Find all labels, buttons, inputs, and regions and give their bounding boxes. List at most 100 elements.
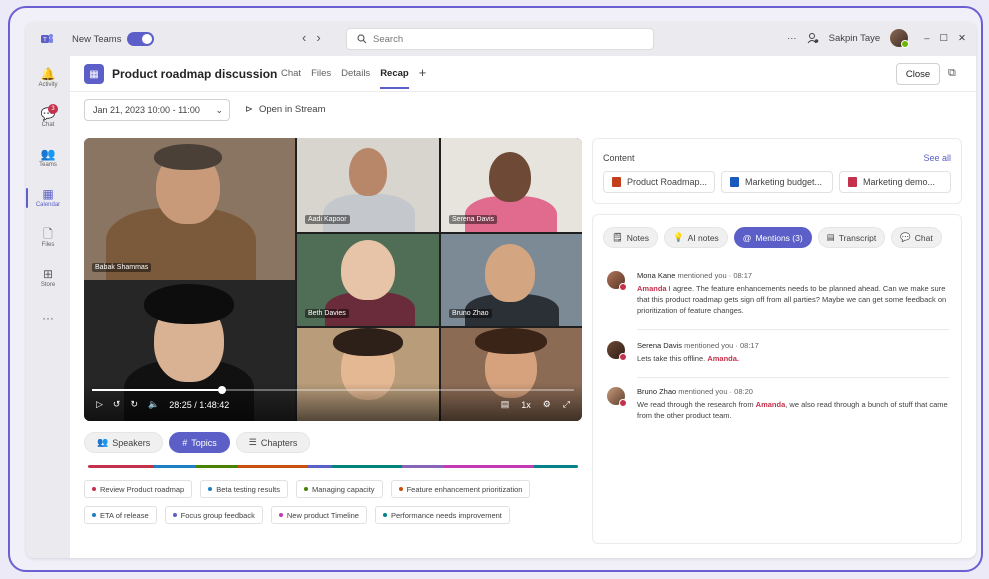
topic-dot — [92, 513, 96, 517]
topics-icon: # — [182, 437, 188, 448]
settings-gear-icon[interactable]: ⚙ — [543, 399, 551, 410]
date-dropdown[interactable]: Jan 21, 2023 10:00 - 11:00 ⌄ — [84, 99, 230, 121]
mention-pre: We read through the research from — [637, 400, 756, 409]
close-window-icon[interactable]: ✕ — [958, 33, 966, 44]
topic-label: Feature enhancement prioritization — [406, 484, 523, 494]
org-icon[interactable] — [807, 32, 819, 44]
volume-icon[interactable]: 🔈 — [148, 399, 159, 410]
topic-dot — [208, 487, 213, 491]
teams-window: T New Teams ‹› ··· Sakpin Taye – ☐ ✕ 🔔Ac… — [26, 22, 976, 558]
rail-item-store[interactable]: ⊞ Store — [26, 262, 70, 294]
popout-icon[interactable]: ⧉ — [948, 67, 956, 80]
tab-topics[interactable]: # Topics — [169, 432, 230, 453]
tab-speakers[interactable]: 👥 Speakers — [84, 432, 164, 453]
tab-label: Mentions (3) — [755, 232, 803, 243]
close-button[interactable]: Close — [896, 63, 940, 85]
content-heading: Content — [603, 153, 635, 163]
tab-files[interactable]: Files — [311, 68, 331, 80]
topic-chip[interactable]: Beta testing results — [200, 480, 289, 498]
fullscreen-icon[interactable]: ⤢ — [563, 399, 570, 410]
pill-label: Chapters — [260, 437, 298, 448]
forward-skip-icon[interactable]: ↻ — [130, 399, 138, 410]
timeline-segment[interactable] — [402, 465, 444, 468]
timeline-segment[interactable] — [88, 465, 154, 468]
title-bar: T New Teams ‹› ··· Sakpin Taye – ☐ ✕ — [26, 22, 976, 56]
participant-tile: Aadi Kapoor — [297, 138, 439, 232]
content-file[interactable]: Marketing demo... — [839, 171, 951, 193]
mention-avatar — [607, 341, 627, 361]
search-input[interactable] — [373, 33, 633, 45]
topic-chip[interactable]: ETA of release — [84, 506, 157, 524]
tab-details[interactable]: Details — [341, 68, 370, 80]
more-options-icon[interactable]: ··· — [787, 33, 797, 44]
captions-icon[interactable]: ▤ — [501, 399, 510, 410]
topic-timeline[interactable] — [88, 465, 578, 468]
rail-label: Files — [41, 242, 55, 248]
topic-chip[interactable]: Review Product roadmap — [84, 480, 193, 498]
tab-mentions[interactable]: @ Mentions (3) — [733, 227, 812, 248]
content-files: Product Roadmap... Marketing budget... Mar… — [603, 171, 951, 193]
see-all-link[interactable]: See all — [923, 153, 951, 163]
rail-item-activity[interactable]: 🔔 Activity — [26, 62, 70, 94]
topic-list: Review Product roadmap Beta testing resul… — [84, 480, 582, 524]
participant-tile: Beth Davies — [297, 234, 439, 326]
tab-chat[interactable]: Chat — [281, 68, 301, 80]
tab-recap[interactable]: Recap — [380, 68, 409, 89]
forward-icon[interactable]: › — [316, 30, 330, 45]
play-icon[interactable]: ▷ — [96, 399, 103, 410]
timeline-segment[interactable] — [238, 465, 308, 468]
add-tab-icon[interactable]: + — [419, 65, 427, 80]
mention-at[interactable]: Amanda — [756, 400, 786, 409]
rail-item-more[interactable]: ··· — [26, 302, 70, 334]
timeline-segment[interactable] — [196, 465, 238, 468]
mention-at[interactable]: Amanda. — [707, 354, 739, 363]
topic-chip[interactable]: New product Timeline — [270, 506, 367, 524]
content-file[interactable]: Product Roadmap... — [603, 171, 715, 193]
tab-transcript[interactable]: ▤ Transcript — [817, 227, 886, 248]
tab-chat[interactable]: 💬 Chat — [891, 227, 942, 248]
timeline-segment[interactable] — [154, 465, 196, 468]
timeline-segment[interactable] — [444, 465, 534, 468]
search-box[interactable] — [346, 28, 654, 50]
timeline-segment[interactable] — [332, 465, 402, 468]
new-teams-toggle[interactable] — [127, 32, 154, 46]
back-icon[interactable]: ‹ — [302, 30, 316, 45]
maximize-icon[interactable]: ☐ — [940, 33, 949, 44]
topic-label: Focus group feedback — [180, 510, 255, 520]
topic-chip[interactable]: Focus group feedback — [164, 506, 263, 524]
transcript-icon: ▤ — [826, 232, 835, 242]
content-file[interactable]: Marketing budget... — [721, 171, 833, 193]
progress-knob[interactable] — [218, 386, 227, 394]
progress-track[interactable] — [92, 386, 574, 394]
mention-body: I agree. The feature enhancements needs … — [637, 284, 947, 315]
file-name: Product Roadmap... — [627, 177, 708, 187]
mention-text: Amanda I agree. The feature enhancements… — [637, 283, 949, 316]
pill-label: Speakers — [112, 437, 151, 448]
rail-item-chat[interactable]: 💬 Chat 3 — [26, 102, 70, 134]
mention-avatar — [607, 271, 627, 291]
timeline-segment[interactable] — [308, 465, 332, 468]
rail-item-files[interactable]: 🗋 Files — [26, 222, 70, 254]
rail-item-teams[interactable]: 👥 Teams — [26, 142, 70, 174]
topic-chip[interactable]: Feature enhancement prioritization — [390, 480, 531, 498]
topic-chip[interactable]: Managing capacity — [296, 480, 383, 498]
teams-logo-icon: T — [41, 34, 53, 44]
speed-label[interactable]: 1x — [521, 400, 531, 410]
topic-dot — [382, 513, 387, 517]
main-area: ▦ Product roadmap discussion Chat Files … — [70, 56, 976, 558]
topic-label: Beta testing results — [216, 484, 281, 494]
mention-meta: mentioned you · 08:17 — [684, 341, 759, 350]
mention-at[interactable]: Amanda — [637, 284, 667, 293]
user-avatar[interactable] — [890, 29, 910, 48]
minimize-icon[interactable]: – — [924, 33, 929, 44]
rewind-icon[interactable]: ↺ — [113, 399, 121, 410]
mentions-panel: 🗒 Notes 💡 AI notes @ Mentions (3) ▤ Transcript 💬… — [592, 214, 962, 544]
tab-chapters[interactable]: ☰ Chapters — [235, 432, 311, 453]
recording-player[interactable]: Babak Shammas Aadi Kapoor Serena Davis B… — [84, 138, 582, 421]
rail-item-calendar[interactable]: ▦ Calendar — [26, 182, 70, 214]
timeline-segment[interactable] — [534, 465, 578, 468]
open-in-stream-button[interactable]: ⊳ Open in Stream — [245, 104, 326, 115]
tab-ai-notes[interactable]: 💡 AI notes — [664, 227, 728, 248]
topic-chip[interactable]: Performance needs improvement — [374, 506, 510, 524]
tab-notes[interactable]: 🗒 Notes — [603, 227, 659, 248]
